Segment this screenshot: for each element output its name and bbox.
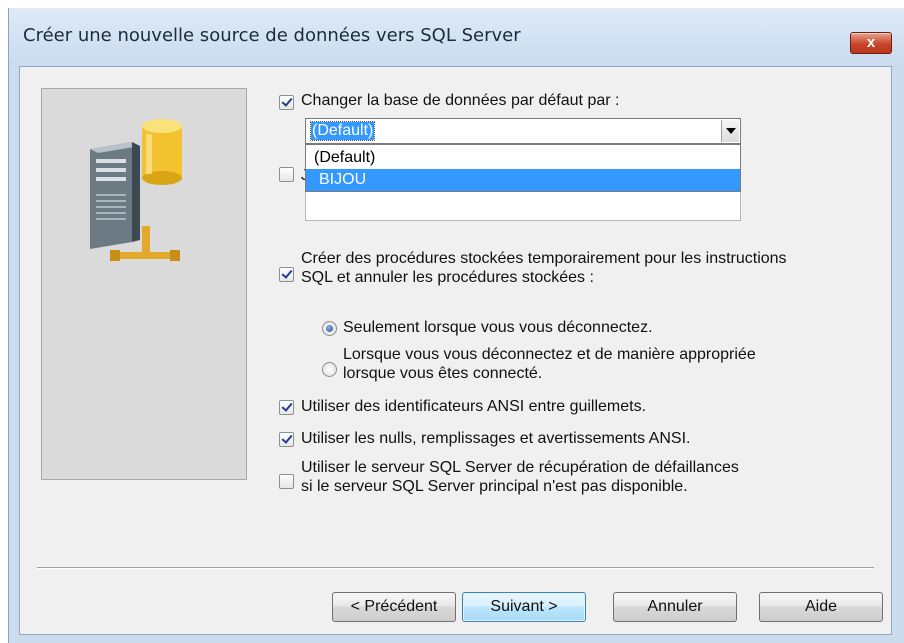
vent-line	[96, 218, 126, 220]
dropdown-option-default[interactable]: (Default)	[306, 147, 740, 169]
button-divider	[37, 567, 874, 569]
network-node	[110, 250, 120, 261]
title-bar[interactable]: Créer une nouvelle source de données ver…	[9, 8, 904, 66]
change-default-db-checkbox[interactable]	[279, 95, 294, 110]
drive-bay	[96, 168, 126, 172]
cylinder-highlight	[146, 134, 152, 174]
vent-line	[96, 200, 126, 202]
ansi-quoted-label: Utiliser des identificateurs ANSI entre …	[301, 398, 647, 415]
dropdown-option-bijou[interactable]: BIJOU	[306, 169, 740, 191]
help-button[interactable]: Aide	[759, 592, 883, 622]
temp-procedures-label-line2: SQL et annuler les procédures stockées :	[301, 269, 594, 286]
ansi-quoted-checkbox[interactable]	[279, 400, 294, 415]
side-panel	[41, 88, 247, 480]
ansi-nulls-checkbox[interactable]	[279, 432, 294, 447]
back-button[interactable]: < Précédent	[332, 592, 456, 622]
chevron-down-icon[interactable]	[721, 120, 739, 142]
dialog-window: Créer une nouvelle source de données ver…	[8, 8, 904, 643]
database-dropdown-list[interactable]: (Default) BIJOU	[305, 144, 741, 192]
cancel-button[interactable]: Annuler	[613, 592, 737, 622]
vent-line	[96, 194, 126, 196]
vent-line	[96, 206, 126, 208]
failover-label-line2: si le serveur SQL Server principal n'est…	[301, 478, 688, 495]
network-bar	[116, 252, 174, 259]
failover-label-line1: Utiliser le serveur SQL Server de récupé…	[301, 459, 739, 476]
close-button[interactable]: x	[850, 32, 892, 54]
radio-disconnect-only[interactable]	[322, 321, 337, 336]
database-server-icon	[90, 119, 182, 261]
drive-bay	[96, 177, 126, 181]
radio-disconnect-only-label: Seulement lorsque vous vous déconnectez.	[343, 319, 653, 336]
vent-line	[96, 212, 126, 214]
ansi-nulls-label: Utiliser les nulls, remplissages et aver…	[301, 430, 691, 447]
radio-disconnect-appropriate-line1: Lorsque vous vous déconnectez et de mani…	[343, 346, 756, 363]
next-button[interactable]: Suivant >	[462, 592, 586, 622]
temp-procedures-checkbox[interactable]	[279, 267, 294, 282]
radio-disconnect-appropriate[interactable]	[322, 362, 337, 377]
failover-checkbox[interactable]	[279, 474, 294, 489]
database-combo-value: (Default)	[309, 121, 376, 141]
network-stem	[142, 226, 150, 256]
temp-procedures-label-line1: Créer des procédures stockées temporaire…	[301, 250, 787, 267]
database-combo[interactable]: (Default)	[305, 118, 741, 144]
hidden-list-box	[305, 187, 741, 221]
drive-bay	[96, 159, 126, 163]
window-title: Créer une nouvelle source de données ver…	[23, 25, 521, 46]
close-icon: x	[866, 34, 876, 51]
database-cylinder-top	[142, 119, 182, 133]
radio-disconnect-appropriate-line2: lorsque vous êtes connecté.	[343, 365, 543, 382]
dialog-content: Changer la base de données par défaut pa…	[19, 66, 892, 635]
network-node	[170, 250, 180, 261]
change-default-db-label: Changer la base de données par défaut pa…	[301, 92, 620, 109]
server-tower-edge	[132, 142, 140, 242]
hidden-option-checkbox[interactable]	[279, 167, 294, 182]
